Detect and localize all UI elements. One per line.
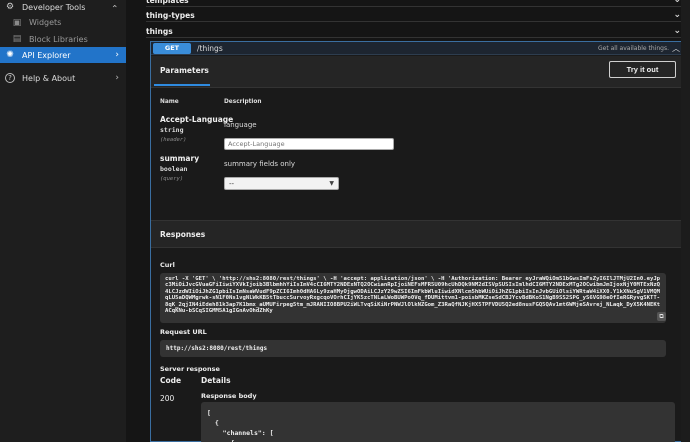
main-content: templates ⌄ thing-types ⌄ things ⌄ GET /…: [126, 0, 690, 442]
chevron-down-icon: ⌄: [673, 26, 681, 36]
sidebar-item-api-explorer[interactable]: ✺ API Explorer ›: [0, 47, 126, 63]
operation-path: /things: [197, 43, 223, 53]
help-icon: ?: [5, 73, 15, 83]
tab-underline: [154, 84, 210, 86]
copy-icon[interactable]: ⧉: [657, 312, 666, 321]
request-url[interactable]: http://shs2:8080/rest/things: [160, 340, 666, 357]
tab-parameters[interactable]: Parameters: [160, 66, 209, 75]
param-description: summary fields only: [224, 160, 296, 168]
column-header-description: Description: [224, 99, 262, 105]
http-method-badge: GET: [153, 42, 191, 54]
parameters-table: Name Description Accept-Language string …: [151, 89, 683, 219]
section-title: thing-types: [146, 10, 195, 20]
sidebar-item-label: Block Libraries: [29, 34, 88, 44]
summary-select[interactable]: -- ▼: [224, 177, 339, 190]
sidebar-item-label: API Explorer: [22, 50, 71, 60]
sidebar: ⚙ Developer Tools ⌄ ▣ Widgets ▤ Block Li…: [0, 0, 126, 442]
column-header-name: Name: [160, 99, 179, 105]
response-body[interactable]: [ { "channels": [ {: [201, 402, 675, 442]
sidebar-item-block-libraries[interactable]: ▤ Block Libraries: [0, 31, 126, 47]
api-icon: ✺: [6, 50, 14, 60]
section-thing-types[interactable]: thing-types ⌄: [146, 9, 683, 22]
parameters-tabbar: Parameters Try it out: [151, 56, 683, 88]
caret-down-icon: ▼: [329, 180, 334, 187]
scrollbar[interactable]: [681, 0, 690, 442]
gear-icon: ⚙: [5, 2, 15, 12]
curl-label: Curl: [160, 261, 175, 269]
section-things[interactable]: things ⌄: [146, 25, 683, 38]
param-type: boolean: [160, 165, 188, 173]
widget-icon: ▣: [12, 17, 22, 28]
param-type: string: [160, 126, 184, 134]
param-name: Accept-Language: [160, 115, 234, 124]
details-column-header: Details: [201, 376, 231, 385]
chevron-down-icon: ⌄: [673, 10, 681, 20]
param-name: summary: [160, 154, 200, 163]
request-url-label: Request URL: [160, 328, 207, 336]
param-location: (query): [160, 176, 184, 182]
chevron-right-icon: ›: [115, 73, 119, 83]
block-icon: ▤: [12, 34, 22, 44]
responses-header: Responses: [151, 220, 683, 248]
code-column-header: Code: [160, 376, 182, 385]
accept-language-input[interactable]: [224, 138, 394, 150]
param-description: language: [224, 121, 257, 129]
sidebar-item-help-about[interactable]: ? Help & About ›: [0, 70, 126, 86]
server-response-label: Server response: [160, 365, 220, 373]
response-code: 200: [160, 394, 175, 403]
curl-command[interactable]: curl -X 'GET' \ 'http://shs2:8080/rest/t…: [160, 273, 666, 323]
responses-title: Responses: [160, 230, 206, 239]
sidebar-item-widgets[interactable]: ▣ Widgets: [0, 15, 126, 30]
sidebar-item-developer-tools[interactable]: ⚙ Developer Tools ⌄: [0, 0, 126, 14]
section-title: templates: [146, 0, 189, 5]
response-body-label: Response body: [201, 392, 257, 400]
sidebar-item-label: Widgets: [29, 18, 62, 27]
chevron-up-icon: ⌄: [111, 2, 119, 12]
try-it-out-button[interactable]: Try it out: [609, 61, 676, 78]
param-location: (header): [160, 137, 187, 143]
sidebar-item-label: Help & About: [22, 73, 76, 83]
operation-summary: Get all available things.: [598, 44, 669, 52]
operation-header[interactable]: GET /things Get all available things. ︿: [151, 42, 683, 55]
sidebar-item-label: Developer Tools: [22, 2, 86, 12]
section-title: things: [146, 26, 173, 36]
chevron-down-icon: ⌄: [673, 0, 681, 5]
section-templates[interactable]: templates ⌄: [146, 0, 683, 7]
chevron-right-icon: ›: [115, 50, 119, 60]
chevron-up-icon[interactable]: ︿: [672, 43, 680, 54]
operation-get-things: GET /things Get all available things. ︿ …: [150, 41, 684, 442]
select-value: --: [229, 179, 235, 188]
